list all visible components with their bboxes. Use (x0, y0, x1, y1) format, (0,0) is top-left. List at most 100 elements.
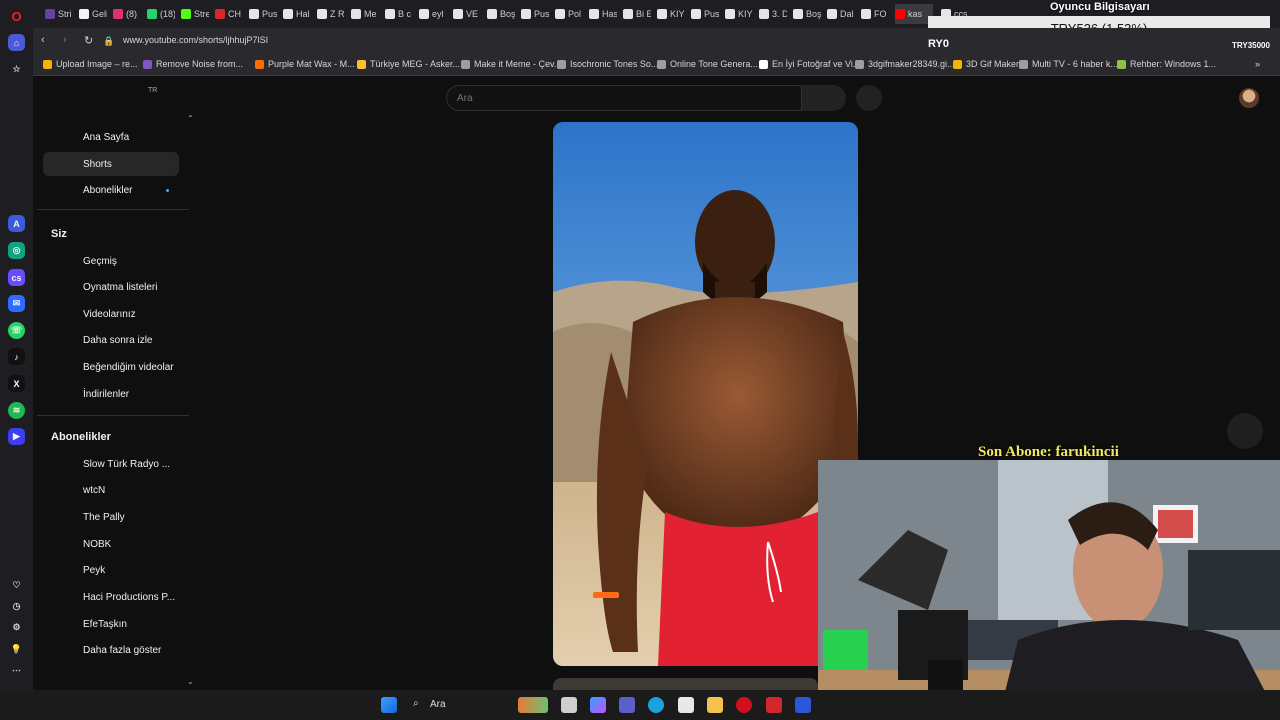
bookmark-item[interactable]: Upload Image – re... (43, 59, 138, 69)
browser-tab[interactable]: Pus (691, 4, 719, 24)
sidebar-item-liked[interactable]: Beğendiğim videolar (43, 355, 179, 379)
sidebar-item-show-more[interactable]: Daha fazla göster (43, 638, 179, 662)
browser-tab[interactable]: Bi E (623, 4, 651, 24)
back-icon[interactable]: ‹ (41, 34, 45, 46)
sidebar-item-history[interactable]: Geçmiş (43, 249, 179, 273)
sidebar-item-channel[interactable]: The Pally (43, 505, 179, 529)
reload-icon[interactable]: ↻ (84, 34, 93, 47)
bookmark-item[interactable]: Türkiye MEG - Asker... (357, 59, 460, 69)
search-box[interactable] (446, 85, 802, 111)
search-icon[interactable]: ⌕ (413, 698, 419, 709)
browser-tab[interactable]: Geli (79, 4, 107, 24)
sidebar-item-playlists[interactable]: Oynatma listeleri (43, 275, 179, 299)
browser-tab[interactable]: 3. D (759, 4, 787, 24)
sidebar-item-channel[interactable]: Haci Productions P... (43, 585, 179, 609)
browser-tab[interactable]: Has (589, 4, 617, 24)
chatgpt-icon[interactable]: ◎ (8, 242, 25, 259)
sidebar-item-your-videos[interactable]: Videolarınız (43, 302, 179, 326)
file-explorer-icon[interactable] (707, 697, 723, 713)
teams-icon[interactable] (619, 697, 635, 713)
taskbar-search-label[interactable]: Ara (430, 699, 446, 710)
browser-tab[interactable]: Pus (249, 4, 277, 24)
spotify-icon[interactable]: ≋ (8, 402, 25, 419)
sidebar-item-channel[interactable]: EfeTaşkın (43, 612, 179, 636)
browser-tab[interactable]: Pol (555, 4, 583, 24)
speed-dial-icon[interactable]: ☆ (8, 61, 25, 78)
browser-tab[interactable]: Boş (487, 4, 515, 24)
browser-tab[interactable]: (18) (147, 4, 175, 24)
sidebar-item-channel[interactable]: Peyk (43, 558, 179, 582)
scroll-up-icon[interactable]: ⌃ (187, 114, 194, 123)
windows-start-icon[interactable] (381, 697, 397, 713)
sidebar-item-watch-later[interactable]: Daha sonra izle (43, 328, 179, 352)
bookmark-item[interactable]: 3D Gif Maker (953, 59, 1019, 69)
messenger-icon[interactable]: ✉ (8, 295, 25, 312)
sidebar-item-shorts[interactable]: Shorts (43, 152, 179, 176)
browser-tab[interactable]: KIY (725, 4, 753, 24)
aria-icon[interactable]: A (8, 215, 25, 232)
forward-icon[interactable]: › (63, 34, 67, 46)
sidebar-item-channel[interactable]: NOBK (43, 532, 179, 556)
history-icon[interactable]: ◷ (8, 598, 25, 615)
app-icon[interactable] (795, 697, 811, 713)
browser-tab[interactable]: B c (385, 4, 413, 24)
sidebar-item-downloads[interactable]: İndirilenler (43, 382, 179, 406)
browser-tab[interactable]: Stre (181, 4, 209, 24)
browser-tab[interactable]: Stri (45, 4, 73, 24)
sidebar-item-home[interactable]: Ana Sayfa (43, 125, 179, 149)
browser-tab[interactable]: CH (215, 4, 243, 24)
home-icon[interactable]: ⌂ (8, 34, 25, 51)
sidebar-item-channel[interactable]: wtcN (43, 478, 179, 502)
browser-tab[interactable]: Hal (283, 4, 311, 24)
more-icon[interactable]: ⋯ (8, 662, 25, 679)
browser-tab[interactable]: VE (453, 4, 481, 24)
bookmark-item[interactable]: Rehber: Windows 1... (1117, 59, 1216, 69)
bookmark-item[interactable]: Make it Meme - Çev... (461, 59, 561, 69)
browser-tab[interactable]: KIY (657, 4, 685, 24)
next-short-button[interactable] (1227, 413, 1263, 449)
heart-icon[interactable]: ♡ (8, 577, 25, 594)
browser-tab[interactable]: Z R (317, 4, 345, 24)
widgets-icon[interactable] (518, 697, 548, 713)
edge-icon[interactable] (648, 697, 664, 713)
avatar[interactable] (1239, 88, 1259, 108)
bookmark-item[interactable]: Remove Noise from... (143, 59, 243, 69)
browser-tab[interactable]: Boş (793, 4, 821, 24)
chatsonic-icon[interactable]: cs (8, 269, 25, 286)
short-video-player[interactable] (553, 122, 858, 666)
bookmark-item[interactable]: 3dgifmaker28349.gi... (855, 59, 955, 69)
search-button[interactable] (802, 85, 846, 111)
store-icon[interactable] (678, 697, 694, 713)
next-short-preview[interactable] (553, 678, 818, 690)
url-field[interactable]: www.youtube.com/shorts/ljhhujP7lSI (123, 35, 268, 45)
bookmark-item[interactable]: Online Tone Genera... (657, 59, 758, 69)
opera-logo-icon[interactable]: O (8, 8, 25, 25)
bookmark-item[interactable]: Multi TV - 6 haber k... (1019, 59, 1118, 69)
you-heading[interactable]: Siz (51, 228, 67, 240)
lightbulb-icon[interactable]: 💡 (8, 641, 25, 658)
bookmark-item[interactable]: Purple Mat Wax - M... (255, 59, 355, 69)
browser-tab[interactable]: FO (861, 4, 889, 24)
tiktok-icon[interactable]: ♪ (8, 348, 25, 365)
settings-icon[interactable]: ⚙ (8, 619, 25, 636)
player-icon[interactable]: ▶ (8, 428, 25, 445)
opera-taskbar-icon[interactable] (736, 697, 752, 713)
bookmarks-overflow-icon[interactable]: » (1255, 59, 1260, 69)
search-input[interactable] (457, 91, 787, 105)
browser-tab[interactable]: Me (351, 4, 379, 24)
bookmark-item[interactable]: En İyi Fotoğraf ve Vi... (759, 59, 860, 69)
copilot-icon[interactable] (590, 697, 606, 713)
x-twitter-icon[interactable]: X (8, 375, 25, 392)
browser-tab[interactable]: (8) (113, 4, 141, 24)
bookmark-item[interactable]: Isochronic Tones So... (557, 59, 658, 69)
sidebar-item-channel[interactable]: Slow Türk Radyo ... (43, 452, 179, 476)
voice-search-button[interactable] (856, 85, 882, 111)
lock-icon[interactable]: 🔒 (103, 36, 114, 47)
task-view-icon[interactable] (561, 697, 577, 713)
sidebar-item-subscriptions[interactable]: Abonelikler (43, 178, 179, 202)
browser-tab[interactable]: Dal (827, 4, 855, 24)
wps-icon[interactable] (766, 697, 782, 713)
browser-tab[interactable]: Pus (521, 4, 549, 24)
browser-tab[interactable]: eyl (419, 4, 447, 24)
whatsapp-icon[interactable]: ☏ (8, 322, 25, 339)
